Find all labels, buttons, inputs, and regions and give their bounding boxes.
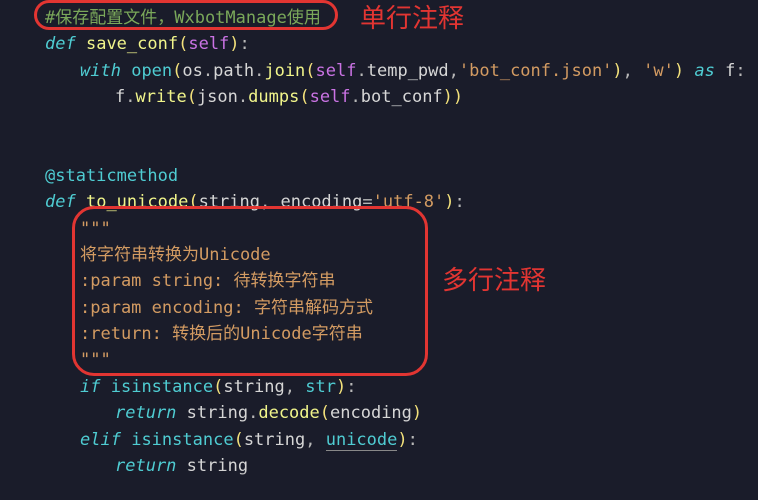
builtin-unicode: unicode: [326, 430, 398, 451]
colon: :: [455, 192, 465, 212]
param: string: [199, 192, 260, 212]
ident: string: [187, 403, 248, 423]
paren: (: [213, 377, 223, 397]
paren: (: [305, 61, 315, 81]
paren: (: [234, 430, 244, 450]
docstring-quotes: """: [80, 350, 111, 370]
builtin-isinstance: isinstance: [111, 377, 213, 397]
paren: ): [444, 192, 454, 212]
comment-text: #保存配置文件，WxbotManage使用: [45, 8, 321, 28]
paren: ): [612, 61, 622, 81]
param: encoding: [280, 192, 362, 212]
paren: (: [178, 34, 188, 54]
paren: ): [336, 377, 346, 397]
ident: string: [244, 430, 305, 450]
paren: ): [674, 61, 684, 81]
code-editor: 单行注释 多行注释 #保存配置文件，WxbotManage使用 def save…: [0, 0, 758, 479]
kw-def: def: [45, 192, 76, 212]
dot: .: [125, 87, 135, 107]
docstring-text: :return: 转换后的Unicode字符串: [80, 324, 363, 344]
docstring-text: :param string: 待转换字符串: [80, 271, 336, 291]
colon: :: [408, 430, 418, 450]
kw-return: return: [115, 403, 176, 423]
docstring-line: :return: 转换后的Unicode字符串: [0, 321, 758, 347]
colon: :: [346, 377, 356, 397]
kw-elif: elif: [80, 430, 121, 450]
equals: =: [362, 192, 372, 212]
ident-path: path: [213, 61, 254, 81]
comma: ,: [623, 61, 643, 81]
string-literal: 'utf-8': [373, 192, 445, 212]
code-line-elif: elif isinstance(string, unicode):: [0, 427, 758, 453]
func-name: save_conf: [86, 34, 178, 54]
kw-self: self: [310, 87, 351, 107]
kw-self: self: [316, 61, 357, 81]
builtin-open: open: [131, 61, 172, 81]
dot: .: [238, 87, 248, 107]
code-line-decorator: @staticmethod: [0, 163, 758, 189]
docstring-quotes: """: [80, 219, 111, 239]
dot: .: [254, 61, 264, 81]
code-line-return1: return string.decode(encoding): [0, 400, 758, 426]
decorator: @staticmethod: [45, 166, 178, 186]
ident-os: os: [182, 61, 202, 81]
comma: ,: [449, 61, 459, 81]
docstring-close: """: [0, 347, 758, 373]
kw-if: if: [80, 377, 100, 397]
docstring-line: :param encoding: 字符串解码方式: [0, 295, 758, 321]
kw-with: with: [80, 61, 121, 81]
kw-as: as: [684, 61, 725, 81]
code-line-if: if isinstance(string, str):: [0, 374, 758, 400]
param-self: self: [188, 34, 229, 54]
ident-bot-conf: bot_conf: [361, 87, 443, 107]
bottom-fade: [0, 470, 758, 500]
comma: ,: [305, 430, 325, 450]
dot: .: [351, 87, 361, 107]
string-literal: 'bot_conf.json': [459, 61, 613, 81]
paren: (: [188, 192, 198, 212]
kw-def: def: [45, 34, 76, 54]
dot: .: [357, 61, 367, 81]
colon: :: [240, 34, 250, 54]
ident: encoding: [330, 403, 412, 423]
method-join: join: [264, 61, 305, 81]
colon: :: [735, 61, 745, 81]
method-dumps: dumps: [248, 87, 299, 107]
code-line-def-to-unicode: def to_unicode(string, encoding='utf-8')…: [0, 189, 758, 215]
paren: (: [172, 61, 182, 81]
func-name: to_unicode: [86, 192, 188, 212]
paren: ): [412, 403, 422, 423]
docstring-text: :param encoding: 字符串解码方式: [80, 298, 373, 318]
builtin-isinstance: isinstance: [131, 430, 233, 450]
paren: ): [229, 34, 239, 54]
annotation-multi: 多行注释: [442, 260, 546, 300]
ident-f: f: [115, 87, 125, 107]
docstring-open: """: [0, 216, 758, 242]
paren: (: [299, 87, 309, 107]
string-literal: 'w': [643, 61, 674, 81]
code-line-fwrite: f.write(json.dumps(self.bot_conf)): [0, 84, 758, 110]
method-decode: decode: [258, 403, 319, 423]
code-line-with-open: with open(os.path.join(self.temp_pwd,'bo…: [0, 58, 758, 84]
paren: (: [320, 403, 330, 423]
ident-temp-pwd: temp_pwd: [367, 61, 449, 81]
paren: ): [453, 87, 463, 107]
docstring-text: 将字符串转换为Unicode: [80, 245, 271, 265]
paren: ): [397, 430, 407, 450]
ident: string: [223, 377, 284, 397]
comma: ,: [285, 377, 305, 397]
annotation-single: 单行注释: [360, 0, 464, 38]
method-write: write: [136, 87, 187, 107]
ident-json: json: [197, 87, 238, 107]
docstring-line: :param string: 待转换字符串: [0, 268, 758, 294]
ident-f: f: [725, 61, 735, 81]
comma: ,: [260, 192, 280, 212]
builtin-str: str: [305, 377, 336, 397]
docstring-line: 将字符串转换为Unicode: [0, 242, 758, 268]
dot: .: [203, 61, 213, 81]
paren: (: [187, 87, 197, 107]
dot: .: [248, 403, 258, 423]
paren: ): [443, 87, 453, 107]
